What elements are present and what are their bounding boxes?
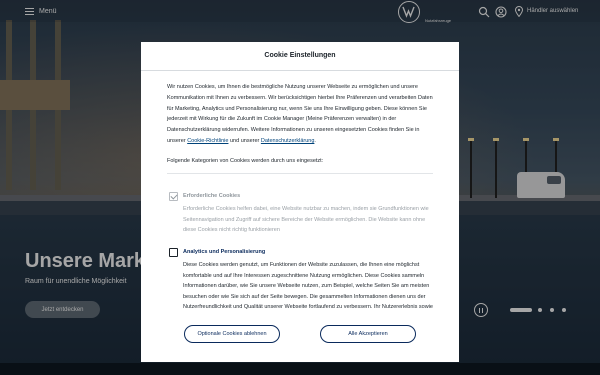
divider	[167, 173, 433, 174]
category-title: Erforderliche Cookies	[183, 193, 241, 199]
accept-all-button[interactable]: Alle Akzeptieren	[320, 325, 416, 343]
cookie-dialog: Cookie Einstellungen Wir nutzen Cookies,…	[141, 42, 459, 362]
divider	[141, 70, 459, 71]
categories-heading: Folgende Kategorien von Cookies werden d…	[167, 158, 324, 164]
required-cookies-checkbox[interactable]	[169, 192, 178, 201]
intro-connector: und unserer	[228, 137, 261, 144]
intro-body: Wir nutzen Cookies, um Ihnen die bestmög…	[167, 84, 433, 144]
checkmark-icon	[170, 192, 178, 200]
category-title: Analytics und Personalisierung	[183, 249, 266, 255]
intro-text: Wir nutzen Cookies, um Ihnen die bestmög…	[167, 82, 439, 147]
category-description: Erforderliche Cookies helfen dabei, eine…	[183, 206, 429, 234]
cookie-policy-link[interactable]: Cookie-Richtlinie	[187, 138, 228, 144]
intro-end: .	[314, 137, 316, 144]
dialog-title: Cookie Einstellungen	[264, 52, 336, 59]
category-description: Diese Cookies werden genutzt, um Funktio…	[183, 262, 433, 311]
decline-optional-cookies-button[interactable]: Optionale Cookies ablehnen	[184, 325, 280, 343]
privacy-policy-link[interactable]: Datenschutzerklärung	[261, 138, 315, 144]
analytics-cookies-checkbox[interactable]	[169, 248, 178, 257]
